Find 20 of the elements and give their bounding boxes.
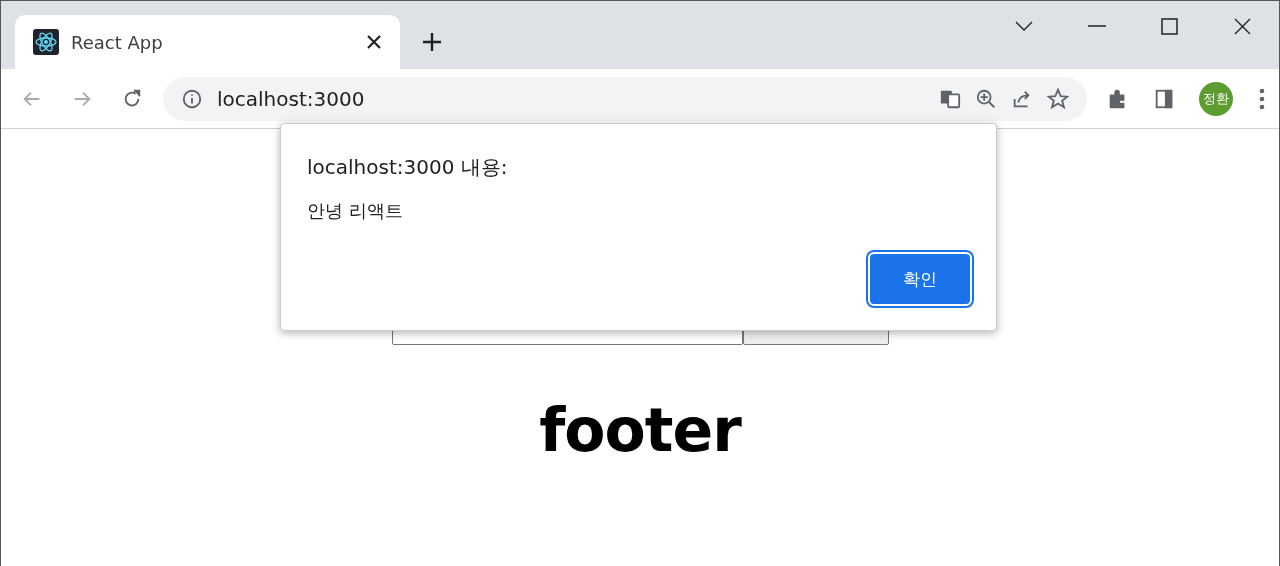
react-logo-icon xyxy=(33,29,59,55)
minimize-icon xyxy=(1087,25,1106,27)
tab-title: React App xyxy=(71,31,164,53)
bookmark-star-button[interactable] xyxy=(1047,87,1069,110)
address-bar[interactable]: localhost:3000 xyxy=(163,76,1087,121)
dialog-title: localhost:3000 내용: xyxy=(307,154,509,181)
ok-button[interactable]: 확인 xyxy=(868,252,972,306)
footer-heading: footer xyxy=(539,395,741,465)
address-text: localhost:3000 xyxy=(217,86,366,111)
zoom-in-button[interactable] xyxy=(975,87,997,110)
close-tab-button[interactable] xyxy=(366,34,382,50)
chevron-down-icon xyxy=(1014,21,1033,31)
new-tab-button[interactable] xyxy=(422,32,442,52)
browser-tab[interactable]: React App xyxy=(15,15,400,69)
close-icon xyxy=(1234,17,1251,35)
dialog-message: 안녕 리액트 xyxy=(307,199,404,223)
menu-button[interactable] xyxy=(1259,87,1265,110)
side-panel-button[interactable] xyxy=(1153,87,1175,110)
maximize-icon xyxy=(1161,17,1178,35)
info-icon xyxy=(181,87,203,110)
